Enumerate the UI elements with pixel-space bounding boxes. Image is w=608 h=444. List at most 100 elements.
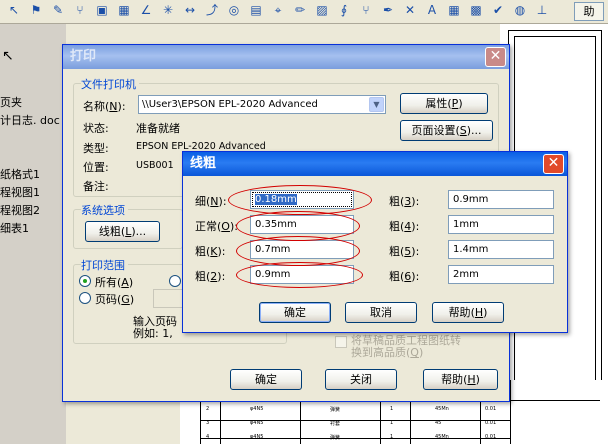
print-all-label: 所有(A) xyxy=(95,276,134,289)
target-icon[interactable]: ◎ xyxy=(226,2,242,18)
tree-item-folder[interactable]: 页夹 xyxy=(0,94,22,110)
print-pages-label: 页码(G) xyxy=(95,293,135,306)
line-weight-close-button[interactable]: ✕ xyxy=(543,154,564,174)
tree-item-view-2[interactable]: 程视图2 xyxy=(0,202,40,218)
line-right-label: 粗(5): xyxy=(389,245,420,258)
pencil-icon[interactable]: ✏ xyxy=(292,2,308,18)
stack-icon[interactable]: ▤ xyxy=(248,2,264,18)
title-block-cell: 2 xyxy=(206,406,210,412)
toolbar: 助 ↖ ⚑ ✎ ⑂ ▣ ▦ ∠ ✳ ↔ ⤴ ◎ ▤ ⌖ ✏ ▨ ∮ ⑂ ✒ ✕ A ▦ ▩ ✔ ◍ ⊥ xyxy=(0,0,608,24)
page-setup-button[interactable]: 页面设置(S)... xyxy=(400,120,493,141)
status-value: 准备就绪 xyxy=(136,122,180,135)
line-left-label: 细(N): xyxy=(195,195,227,208)
title-block-cell: 45Mn xyxy=(435,406,449,412)
print-ok-button[interactable]: 确定 xyxy=(230,369,302,390)
title-block-cell: 弹簧 xyxy=(330,435,341,441)
feature-tree-panel: 页夹 计日志. doc 纸格式1 程视图1 程视图2 细表1 ↖ xyxy=(0,24,66,444)
hatch-icon[interactable]: ▨ xyxy=(314,2,330,18)
print-pages-radio[interactable] xyxy=(79,292,91,304)
title-block-cell: 弹簧 xyxy=(330,407,341,413)
pin-icon[interactable]: ⊥ xyxy=(534,2,550,18)
print-dialog-close-button[interactable]: ✕ xyxy=(485,47,506,67)
title-block-cell: 1 xyxy=(390,420,394,426)
fork-icon[interactable]: ⑂ xyxy=(358,2,374,18)
printer-properties-button[interactable]: 属性(P) xyxy=(400,93,488,114)
line-cancel-button[interactable]: 取消 xyxy=(345,302,417,323)
tree-item-view-1[interactable]: 程视图1 xyxy=(0,184,40,200)
check-icon[interactable]: ✔ xyxy=(490,2,506,18)
line-help-button[interactable]: 帮助(H) xyxy=(432,302,504,323)
pages-hint-line2: 例如: 1, xyxy=(133,327,173,340)
location-label: 位置: xyxy=(83,161,109,174)
dimension-icon[interactable]: ↔ xyxy=(182,2,198,18)
title-block-cell: φ4N5 xyxy=(250,406,264,412)
line-right-input[interactable]: 0.9mm xyxy=(448,190,554,209)
title-block-cell: φ4N5 xyxy=(250,420,264,426)
print-range-title: 打印范围 xyxy=(81,257,128,273)
tree-item-bom-table[interactable]: 细表1 xyxy=(0,220,29,236)
box-icon[interactable]: ▣ xyxy=(94,2,110,18)
title-block-cell: 0.01 xyxy=(485,420,497,426)
line-weight-titlebar[interactable]: 线粗 ✕ xyxy=(183,152,567,176)
print-dialog-title: 打印 xyxy=(70,49,97,64)
status-label: 状态: xyxy=(83,122,109,135)
title-block-cell: 衬套 xyxy=(330,421,341,427)
print-selection-radio[interactable] xyxy=(169,275,181,287)
print-help-button[interactable]: 帮助(H) xyxy=(423,369,498,390)
print-dialog-titlebar[interactable]: 打印 ✕ xyxy=(63,45,509,69)
line-left-label: 粗(2): xyxy=(195,270,226,283)
title-block-cell: 3 xyxy=(206,420,210,426)
line-ok-button[interactable]: 确定 xyxy=(259,302,331,323)
line-right-label: 粗(3): xyxy=(389,195,420,208)
system-options-title: 系统选项 xyxy=(81,202,128,218)
line-right-input[interactable]: 1mm xyxy=(448,215,554,234)
title-block-cell: 1 xyxy=(390,434,394,440)
letter-icon[interactable]: A xyxy=(424,2,440,18)
type-label: 类型: xyxy=(83,142,109,155)
cursor-icon[interactable]: ⌖ xyxy=(270,2,286,18)
line-right-input[interactable]: 1.4mm xyxy=(448,240,554,259)
grid-icon[interactable]: ▦ xyxy=(116,2,132,18)
print-close-button[interactable]: 关闭 xyxy=(325,369,397,390)
line-right-label: 粗(4): xyxy=(389,220,420,233)
printer-name-label: 名称(N): xyxy=(83,100,126,113)
print-all-radio[interactable] xyxy=(79,275,91,287)
star-icon[interactable]: ✳ xyxy=(160,2,176,18)
line-left-label: 正常(O): xyxy=(195,220,238,233)
location-value: USB001 xyxy=(136,160,174,171)
cross-icon[interactable]: ✕ xyxy=(402,2,418,18)
fork-icon[interactable]: ⑂ xyxy=(72,2,88,18)
printer-group-title: 文件打印机 xyxy=(81,76,139,92)
line-right-label: 粗(6): xyxy=(389,270,420,283)
highlight-ellipse xyxy=(236,262,363,288)
chevron-down-icon[interactable]: ▼ xyxy=(369,97,384,112)
grid-icon[interactable]: ▦ xyxy=(446,2,462,18)
printer-name-select[interactable]: \\User3\EPSON EPL-2020 Advanced ▼ xyxy=(138,95,386,114)
line-weight-button[interactable]: 线粗(L)... xyxy=(85,221,160,242)
title-block-cell: 1 xyxy=(390,406,394,412)
title-block-cell: 0.01 xyxy=(485,434,497,440)
title-block-cell: φ4N5 xyxy=(250,434,264,440)
tree-item-sheet-format[interactable]: 纸格式1 xyxy=(0,166,40,182)
arrow-icon[interactable]: ↖ xyxy=(6,2,22,18)
title-block-cell: 45Mn xyxy=(435,434,449,440)
mouse-cursor-icon: ↖ xyxy=(2,48,14,64)
symbol-icon[interactable]: ∮ xyxy=(336,2,352,18)
line-left-label: 粗(K): xyxy=(195,245,226,258)
note-icon[interactable]: ✎ xyxy=(50,2,66,18)
line-right-input[interactable]: 2mm xyxy=(448,265,554,284)
line-weight-dialog: 线粗 ✕ 细(N): 0.18mm 粗(3): 0.9mm 正常(O): 0.35mm 粗(… xyxy=(182,151,568,333)
cell-icon[interactable]: ▩ xyxy=(468,2,484,18)
help-toolbar-button[interactable]: 助 xyxy=(574,2,604,21)
pen-icon[interactable]: ✒ xyxy=(380,2,396,18)
tree-item-design-log[interactable]: 计日志. doc xyxy=(0,112,60,128)
cylinder-icon[interactable]: ◍ xyxy=(512,2,528,18)
title-block-cell: 4 xyxy=(206,434,210,440)
comment-label: 备注: xyxy=(83,180,109,193)
flag-icon[interactable]: ⚑ xyxy=(28,2,44,18)
title-block-cell: 0.01 xyxy=(485,406,497,412)
bend-icon[interactable]: ⤴ xyxy=(204,2,220,18)
angle-icon[interactable]: ∠ xyxy=(138,2,154,18)
line-weight-title: 线粗 xyxy=(190,156,217,171)
high-quality-checkbox[interactable] xyxy=(335,336,347,348)
